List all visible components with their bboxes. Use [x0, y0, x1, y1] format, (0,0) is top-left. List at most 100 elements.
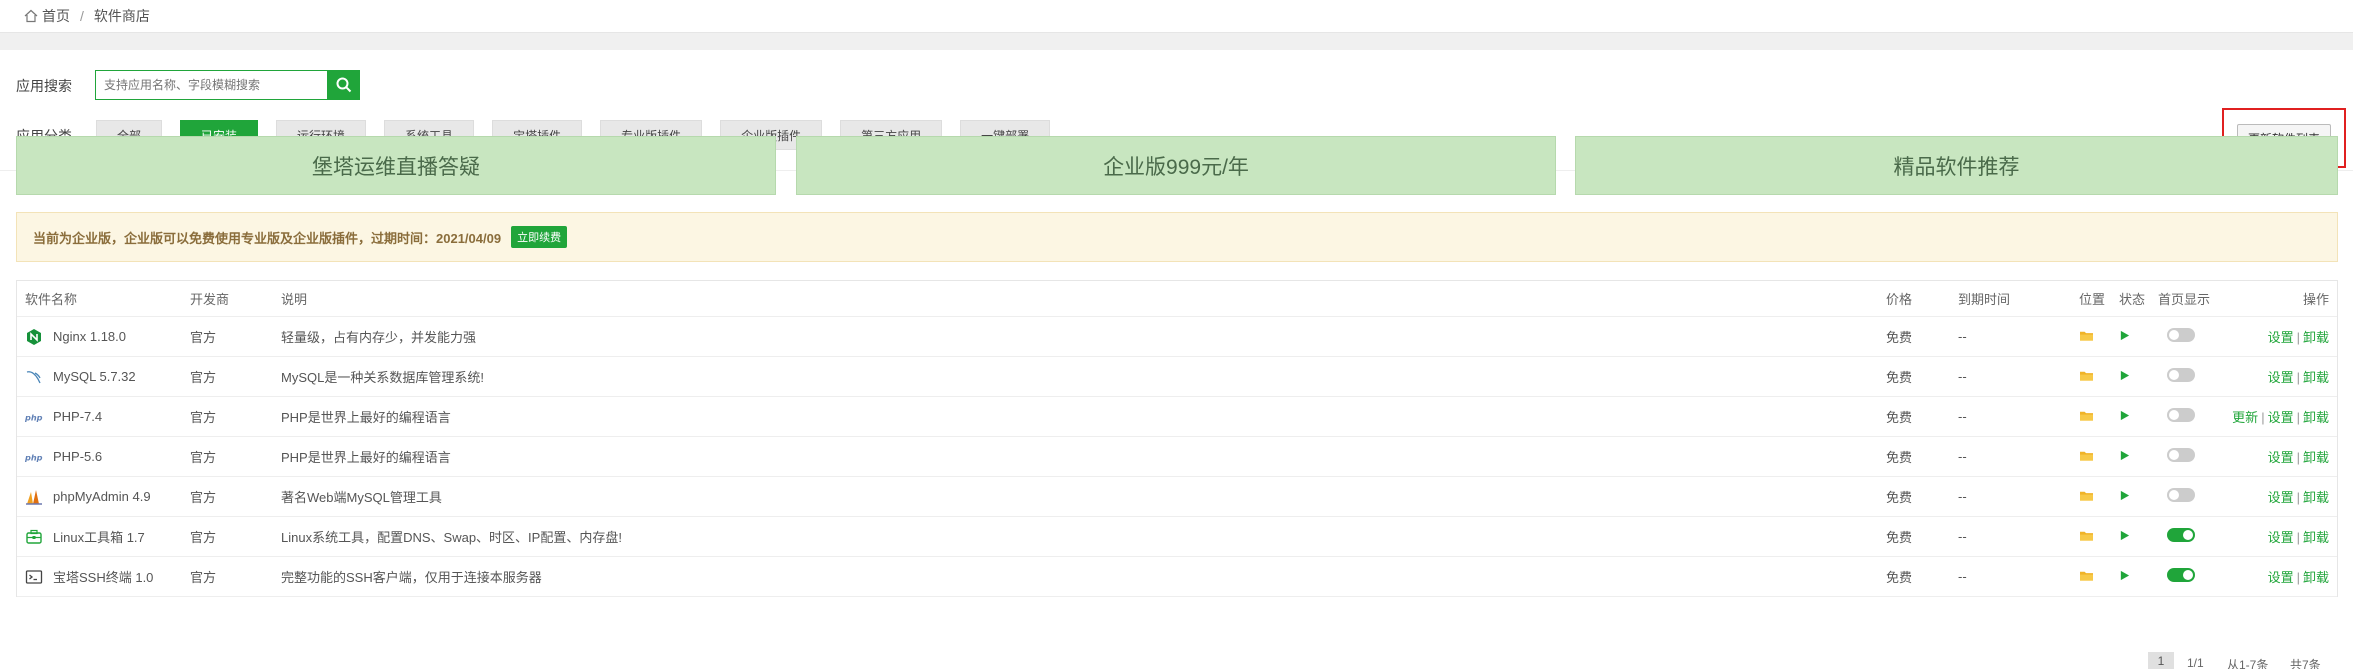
folder-icon[interactable] [2079, 489, 2094, 505]
breadcrumb-home[interactable]: 首页 [42, 6, 70, 26]
developer: 官方 [190, 450, 217, 465]
play-icon[interactable] [2119, 529, 2130, 544]
home-icon [24, 9, 38, 23]
table-row: php PHP-5.6 官方 PHP是世界上最好的编程语言 免费 -- 设置 | 卸载 [17, 437, 2337, 477]
op-link[interactable]: 卸载 [2303, 410, 2329, 425]
software-name-cell: phpMyAdmin 4.9 [25, 488, 151, 506]
home-display-toggle[interactable] [2167, 528, 2195, 545]
price: 免费 [1886, 450, 1913, 465]
home-display-toggle[interactable] [2167, 448, 2195, 465]
developer: 官方 [190, 530, 217, 545]
software-name-cell: Linux工具箱 1.7 [25, 527, 145, 546]
software-name[interactable]: phpMyAdmin 4.9 [53, 489, 151, 504]
folder-icon[interactable] [2079, 409, 2094, 425]
folder-icon[interactable] [2079, 329, 2094, 345]
table-row: phpMyAdmin 4.9 官方 著名Web端MySQL管理工具 免费 -- 设置 | 卸载 [17, 477, 2337, 517]
ops-separator: | [2296, 370, 2300, 385]
table-row: MySQL 5.7.32 官方 MySQL是一种关系数据库管理系统! 免费 -- 设置 | 卸… [17, 357, 2337, 397]
developer: 官方 [190, 330, 217, 345]
promo-enterprise[interactable]: 企业版999元/年 [796, 136, 1556, 195]
phpmyadmin-icon [25, 488, 43, 506]
op-link[interactable]: 设置 [2268, 570, 2294, 585]
expire-time: -- [1958, 489, 1967, 504]
search-button[interactable] [327, 70, 360, 100]
developer: 官方 [190, 490, 217, 505]
search-input[interactable] [95, 70, 327, 100]
ops-separator: | [2296, 330, 2300, 345]
software-name[interactable]: MySQL 5.7.32 [53, 369, 136, 384]
op-link[interactable]: 设置 [2268, 330, 2294, 345]
price: 免费 [1886, 330, 1913, 345]
header-position: 位置 [2079, 292, 2106, 307]
ops-separator: | [2261, 410, 2265, 425]
op-link[interactable]: 卸载 [2303, 450, 2329, 465]
promo-recommended[interactable]: 精品软件推荐 [1575, 136, 2338, 195]
description: 轻量级，占有内存少，并发能力强 [281, 330, 477, 345]
svg-text:php: php [25, 412, 43, 422]
notice-text: 当前为企业版，企业版可以免费使用专业版及企业版插件，过期时间：2021/04/0… [33, 230, 502, 246]
header-developer: 开发商 [190, 292, 230, 307]
play-icon[interactable] [2119, 569, 2130, 584]
price: 免费 [1886, 570, 1913, 585]
description: PHP是世界上最好的编程语言 [281, 410, 451, 425]
op-link[interactable]: 设置 [2268, 530, 2294, 545]
expire-time: -- [1958, 409, 1967, 424]
op-link[interactable]: 设置 [2268, 490, 2294, 505]
op-link[interactable]: 卸载 [2303, 570, 2329, 585]
software-name[interactable]: 宝塔SSH终端 1.0 [53, 567, 153, 586]
search-icon [336, 77, 351, 93]
software-name[interactable]: Nginx 1.18.0 [53, 329, 126, 344]
software-name[interactable]: Linux工具箱 1.7 [53, 527, 145, 546]
op-link[interactable]: 卸载 [2303, 330, 2329, 345]
software-name[interactable]: PHP-7.4 [53, 409, 102, 424]
php-icon: php [25, 408, 43, 426]
ops-links: 设置 | 卸载 [2268, 327, 2329, 346]
folder-icon[interactable] [2079, 529, 2094, 545]
breadcrumb-current: 软件商店 [93, 8, 150, 24]
license-notice: 当前为企业版，企业版可以免费使用专业版及企业版插件，过期时间：2021/04/0… [16, 212, 2338, 262]
op-link[interactable]: 卸载 [2303, 370, 2329, 385]
op-link[interactable]: 设置 [2268, 450, 2294, 465]
folder-icon[interactable] [2079, 449, 2094, 465]
price: 免费 [1886, 370, 1913, 385]
play-icon[interactable] [2119, 449, 2130, 464]
play-icon[interactable] [2119, 369, 2130, 384]
op-link[interactable]: 设置 [2268, 410, 2294, 425]
ops-separator: | [2296, 410, 2300, 425]
header-state: 状态 [2119, 292, 2146, 307]
op-link[interactable]: 卸载 [2303, 530, 2329, 545]
pager-current[interactable]: 1 [2148, 652, 2174, 669]
op-link[interactable]: 更新 [2232, 410, 2258, 425]
header-ops: 操作 [2302, 292, 2329, 307]
ops-links: 设置 | 卸载 [2268, 367, 2329, 386]
expire-time: -- [1958, 569, 1967, 584]
play-icon[interactable] [2119, 489, 2130, 504]
folder-icon[interactable] [2079, 369, 2094, 385]
description: 著名Web端MySQL管理工具 [281, 490, 442, 505]
header-home: 首页显示 [2158, 292, 2211, 307]
home-display-toggle[interactable] [2167, 488, 2195, 505]
mysql-icon [25, 368, 43, 386]
home-display-toggle[interactable] [2167, 328, 2195, 345]
ops-separator: | [2296, 570, 2300, 585]
op-link[interactable]: 卸载 [2303, 490, 2329, 505]
home-display-toggle[interactable] [2167, 568, 2195, 585]
home-display-toggle[interactable] [2167, 368, 2195, 385]
op-link[interactable]: 设置 [2268, 370, 2294, 385]
price: 免费 [1886, 530, 1913, 545]
software-name[interactable]: PHP-5.6 [53, 449, 102, 464]
search-box [95, 70, 360, 100]
renew-button[interactable]: 立即续费 [511, 226, 568, 248]
software-name-cell: php PHP-7.4 [25, 408, 102, 426]
promo-live-qa[interactable]: 堡塔运维直播答疑 [16, 136, 776, 195]
play-icon[interactable] [2119, 329, 2130, 344]
header-name: 软件名称 [25, 292, 78, 307]
software-name-cell: MySQL 5.7.32 [25, 368, 136, 386]
developer: 官方 [190, 410, 217, 425]
table-row: 宝塔SSH终端 1.0 官方 完整功能的SSH客户端，仅用于连接本服务器 免费 -- 设置… [17, 557, 2337, 597]
play-icon[interactable] [2119, 409, 2130, 424]
home-display-toggle[interactable] [2167, 408, 2195, 425]
header-price: 价格 [1886, 292, 1913, 307]
price: 免费 [1886, 490, 1913, 505]
folder-icon[interactable] [2079, 569, 2094, 585]
